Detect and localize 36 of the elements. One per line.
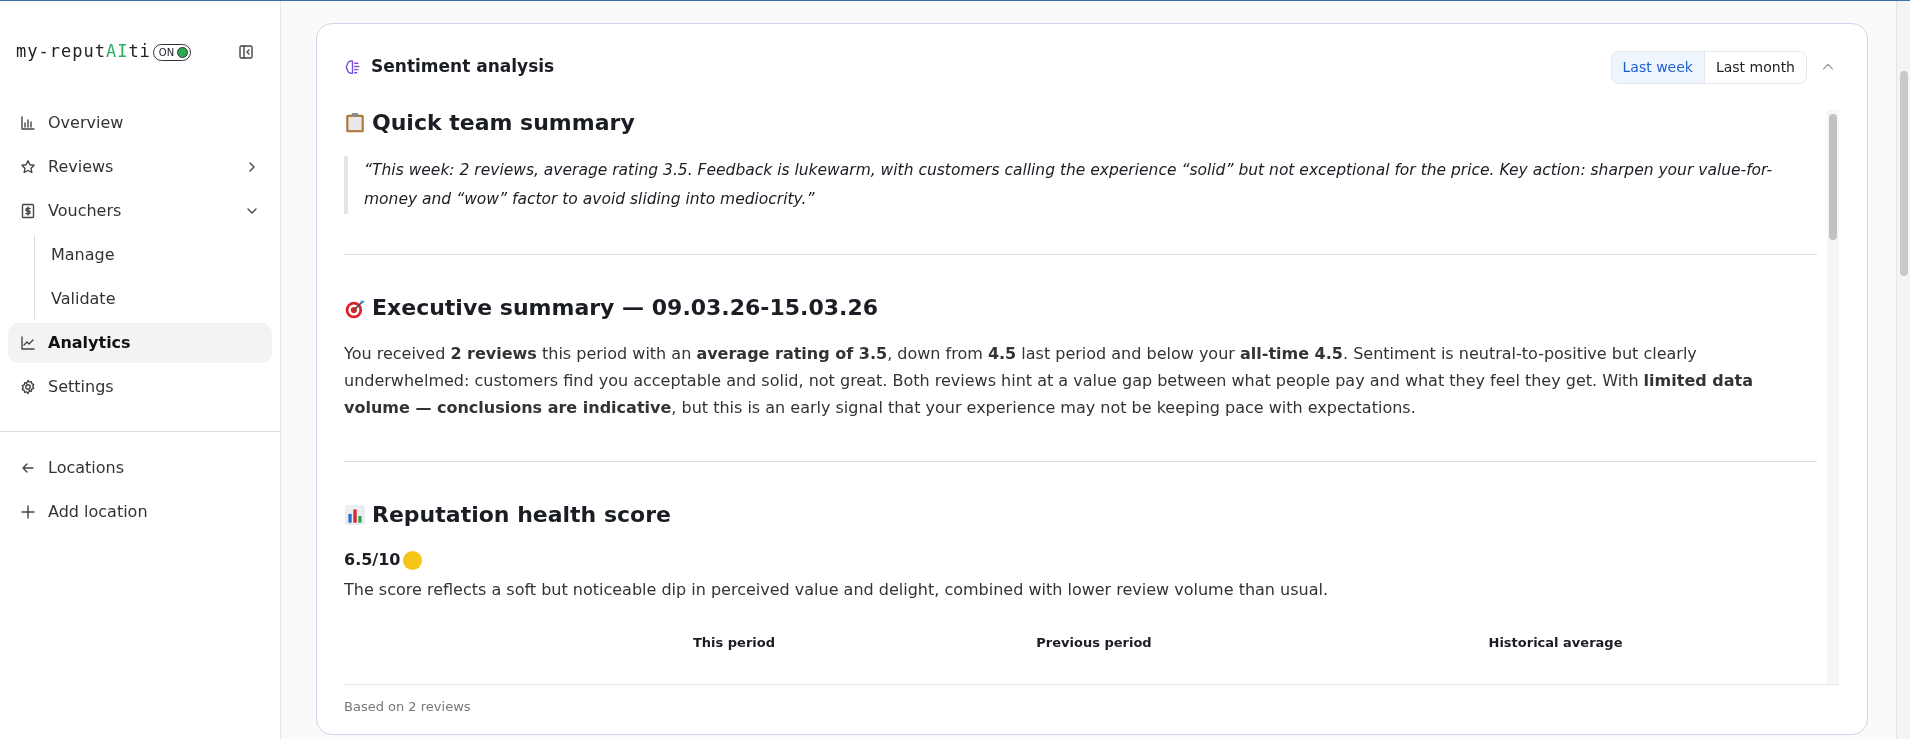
logo: my-reputAIti bbox=[16, 40, 151, 64]
scrollbar[interactable] bbox=[1827, 110, 1839, 684]
sidebar-item[interactable]: Add location bbox=[8, 492, 272, 532]
bar-chart-icon bbox=[20, 115, 36, 131]
sidebar-item[interactable]: Overview bbox=[8, 103, 272, 143]
dart-target-icon bbox=[344, 297, 366, 320]
star-icon bbox=[20, 159, 36, 175]
dollar-icon bbox=[20, 203, 36, 219]
scrollbar[interactable] bbox=[1896, 1, 1910, 739]
sidebar-subitem[interactable]: Manage bbox=[43, 235, 272, 275]
sidebar-item[interactable]: Locations bbox=[8, 448, 272, 488]
summary-paragraph: You received 2 reviews this period with an average rating of 3.5, down from 4.5 last period and below your all-time 4.5. Sentiment is neutral-to-positive but clearly underwhelmed: customers find you acceptable and solid, not great. Both reviews hint at a value gap between what people pay and what they feel they get. With limited data volume — conclusions are indicative, but this is an early signal that your experience may not be keeping pace with expectations. bbox=[344, 342, 1754, 419]
sidebar-item[interactable]: Settings bbox=[8, 367, 272, 407]
section-heading: Reputation health score bbox=[372, 501, 671, 529]
column-header: This period bbox=[692, 634, 776, 653]
sidebar-subitem[interactable]: Validate bbox=[43, 279, 272, 319]
summary-quote: “This week: 2 reviews, average rating 3.5. Feedback is lukewarm, with customers calling the experience “solid” but not exceptional for the price. Key action: sharpen your value-for-money and “wow” factor to avoid sliding into mediocrity.” bbox=[364, 161, 1773, 209]
clipboard-icon bbox=[344, 112, 366, 135]
sidebar-collapse-icon[interactable] bbox=[238, 44, 254, 60]
line-chart-icon bbox=[20, 335, 36, 351]
section-heading: Quick team summary bbox=[372, 110, 635, 137]
period-tab[interactable]: Last week bbox=[1611, 51, 1705, 83]
footer-note: Based on 2 reviews bbox=[344, 698, 471, 714]
column-header: Previous period bbox=[1036, 634, 1152, 653]
gear-icon bbox=[20, 379, 36, 395]
sidebar-item[interactable]: Reviews bbox=[8, 147, 272, 187]
brain-icon bbox=[344, 58, 361, 76]
panel-title: Sentiment analysis bbox=[371, 55, 555, 79]
sidebar-item[interactable]: Analytics bbox=[8, 323, 272, 363]
column-header: Historical average bbox=[1488, 634, 1623, 653]
sidebar-item[interactable]: Vouchers bbox=[8, 191, 272, 231]
score-description: The score reflects a soft but noticeable dip in perceived value and delight, combined with lower review volume than usual. bbox=[344, 579, 1330, 602]
plus-icon bbox=[20, 504, 36, 520]
bar-chart-icon bbox=[344, 503, 366, 526]
section-heading: Executive summary — 09.03.26-15.03.26 bbox=[372, 295, 879, 322]
score-value: 6.5/10 bbox=[344, 549, 401, 572]
